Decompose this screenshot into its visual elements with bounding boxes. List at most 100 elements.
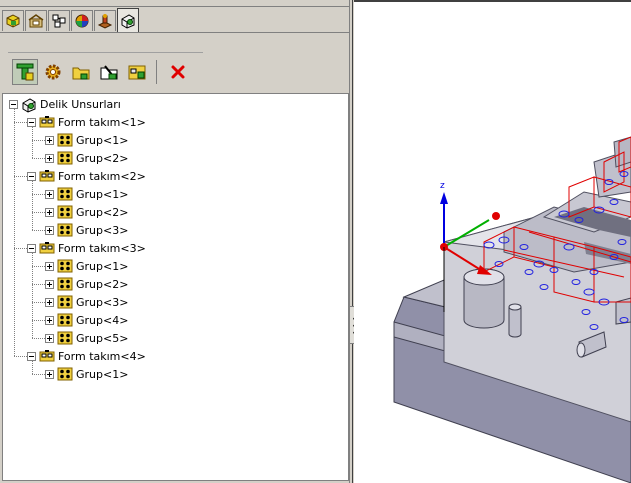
group-icon	[57, 223, 73, 237]
group-icon	[57, 205, 73, 219]
group-folder-button[interactable]	[124, 59, 150, 85]
settings-button[interactable]	[40, 59, 66, 85]
panel-splitter[interactable]	[349, 0, 353, 483]
tree-item-group[interactable]: Grup<2>	[45, 275, 128, 293]
tree-item-group[interactable]: Grup<4>	[45, 311, 128, 329]
tree-item-form-label: Form takım<3>	[58, 241, 146, 255]
tree-connector-horizontal	[32, 230, 45, 231]
delete-x-icon	[171, 65, 185, 79]
tree-item-group-label: Grup<3>	[76, 223, 129, 237]
tree-item-group[interactable]: Grup<1>	[45, 185, 128, 203]
toolbar-separator-line	[8, 52, 203, 53]
group-icon	[57, 277, 73, 291]
form-set-icon	[39, 349, 55, 363]
tree-connector-vertical	[32, 181, 33, 230]
tab-configuration[interactable]	[48, 10, 70, 31]
expand-toggle[interactable]	[45, 333, 54, 343]
tree-connector-horizontal	[32, 140, 45, 141]
expand-toggle[interactable]	[45, 225, 54, 235]
tree-item-group[interactable]: Grup<1>	[45, 131, 128, 149]
part-icon	[6, 14, 20, 28]
tabs-baseline	[0, 32, 350, 33]
tool-folder-button[interactable]	[96, 59, 122, 85]
tree-item-group-label: Grup<4>	[76, 313, 129, 327]
expand-toggle[interactable]	[45, 135, 54, 145]
appearance-icon	[75, 14, 89, 28]
hole-feature-toolbar	[12, 58, 193, 86]
expand-toggle[interactable]	[45, 279, 54, 289]
tab-property[interactable]	[25, 10, 47, 31]
group-icon	[57, 151, 73, 165]
tree-item-group[interactable]: Grup<1>	[45, 257, 128, 275]
collapse-toggle[interactable]	[9, 99, 18, 109]
tab-hole-features[interactable]	[117, 8, 139, 32]
tree-connector-horizontal	[32, 158, 45, 159]
tab-cam[interactable]	[94, 10, 116, 31]
tree-item-group-label: Grup<2>	[76, 277, 129, 291]
expand-toggle[interactable]	[45, 261, 54, 271]
tree-item-group[interactable]: Grup<5>	[45, 329, 128, 347]
hole-feature-tree: Delik Unsurları Form takım<1> Grup<1> Grup<…	[2, 93, 349, 481]
expand-toggle[interactable]	[45, 207, 54, 217]
tree-item-form[interactable]: Form takım<1>	[27, 113, 146, 131]
tree-item-group-label: Grup<2>	[76, 151, 129, 165]
axis-z-label: z	[440, 181, 445, 191]
tree-connector-vertical	[14, 109, 15, 356]
tool-folder-icon	[100, 65, 118, 80]
tree-item-group[interactable]: Grup<2>	[45, 149, 128, 167]
hole-feature-icon	[21, 97, 37, 113]
tree-item-group-label: Grup<1>	[76, 187, 129, 201]
tab-part[interactable]	[2, 10, 24, 31]
tree-connector-horizontal	[32, 338, 45, 339]
tree-connector-horizontal	[14, 356, 27, 357]
tree-connector-horizontal	[14, 122, 27, 123]
group-folder-icon	[128, 65, 146, 80]
new-folder-button[interactable]	[68, 59, 94, 85]
expand-toggle[interactable]	[45, 153, 54, 163]
hole-wizard-icon	[16, 63, 34, 81]
tree-connector-horizontal	[32, 194, 45, 195]
tree-item-group[interactable]: Grup<2>	[45, 203, 128, 221]
tree-item-form-label: Form takım<1>	[58, 115, 146, 129]
tree-connector-horizontal	[32, 212, 45, 213]
configuration-icon	[52, 14, 66, 28]
graphics-viewport[interactable]: z	[354, 0, 631, 483]
manager-tabs	[2, 8, 140, 32]
tree-item-group-label: Grup<5>	[76, 331, 129, 345]
expand-toggle[interactable]	[45, 189, 54, 199]
group-icon	[57, 295, 73, 309]
tree-item-group[interactable]: Grup<1>	[45, 365, 128, 383]
tree-item-group[interactable]: Grup<3>	[45, 221, 128, 239]
collapse-toggle[interactable]	[27, 117, 36, 127]
tree-item-group-label: Grup<3>	[76, 295, 129, 309]
tree-root[interactable]: Delik Unsurları	[9, 95, 121, 113]
form-set-icon	[39, 241, 55, 255]
model-view: z	[393, 136, 631, 483]
group-icon	[57, 313, 73, 327]
delete-button[interactable]	[165, 59, 191, 85]
settings-gear-icon	[45, 64, 61, 80]
tree-connector-vertical	[32, 253, 33, 338]
hole-wizard-button[interactable]	[12, 59, 38, 85]
hole-feature-icon	[121, 13, 135, 29]
tree-root-label: Delik Unsurları	[40, 97, 121, 111]
form-set-icon	[39, 115, 55, 129]
tree-item-form[interactable]: Form takım<3>	[27, 239, 146, 257]
collapse-toggle[interactable]	[27, 171, 36, 181]
expand-toggle[interactable]	[45, 297, 54, 307]
tree-item-form[interactable]: Form takım<4>	[27, 347, 146, 365]
collapse-toggle[interactable]	[27, 351, 36, 361]
tree-item-group[interactable]: Grup<3>	[45, 293, 128, 311]
tree-item-group-label: Grup<1>	[76, 367, 129, 381]
group-icon	[57, 187, 73, 201]
collapse-toggle[interactable]	[27, 243, 36, 253]
tree-connector-vertical	[32, 361, 33, 374]
group-icon	[57, 331, 73, 345]
tree-connector-horizontal	[32, 320, 45, 321]
tree-connector-vertical	[32, 127, 33, 158]
tab-appearance[interactable]	[71, 10, 93, 31]
tree-item-form-label: Form takım<4>	[58, 349, 146, 363]
expand-toggle[interactable]	[45, 315, 54, 325]
tree-item-form[interactable]: Form takım<2>	[27, 167, 146, 185]
expand-toggle[interactable]	[45, 369, 54, 379]
